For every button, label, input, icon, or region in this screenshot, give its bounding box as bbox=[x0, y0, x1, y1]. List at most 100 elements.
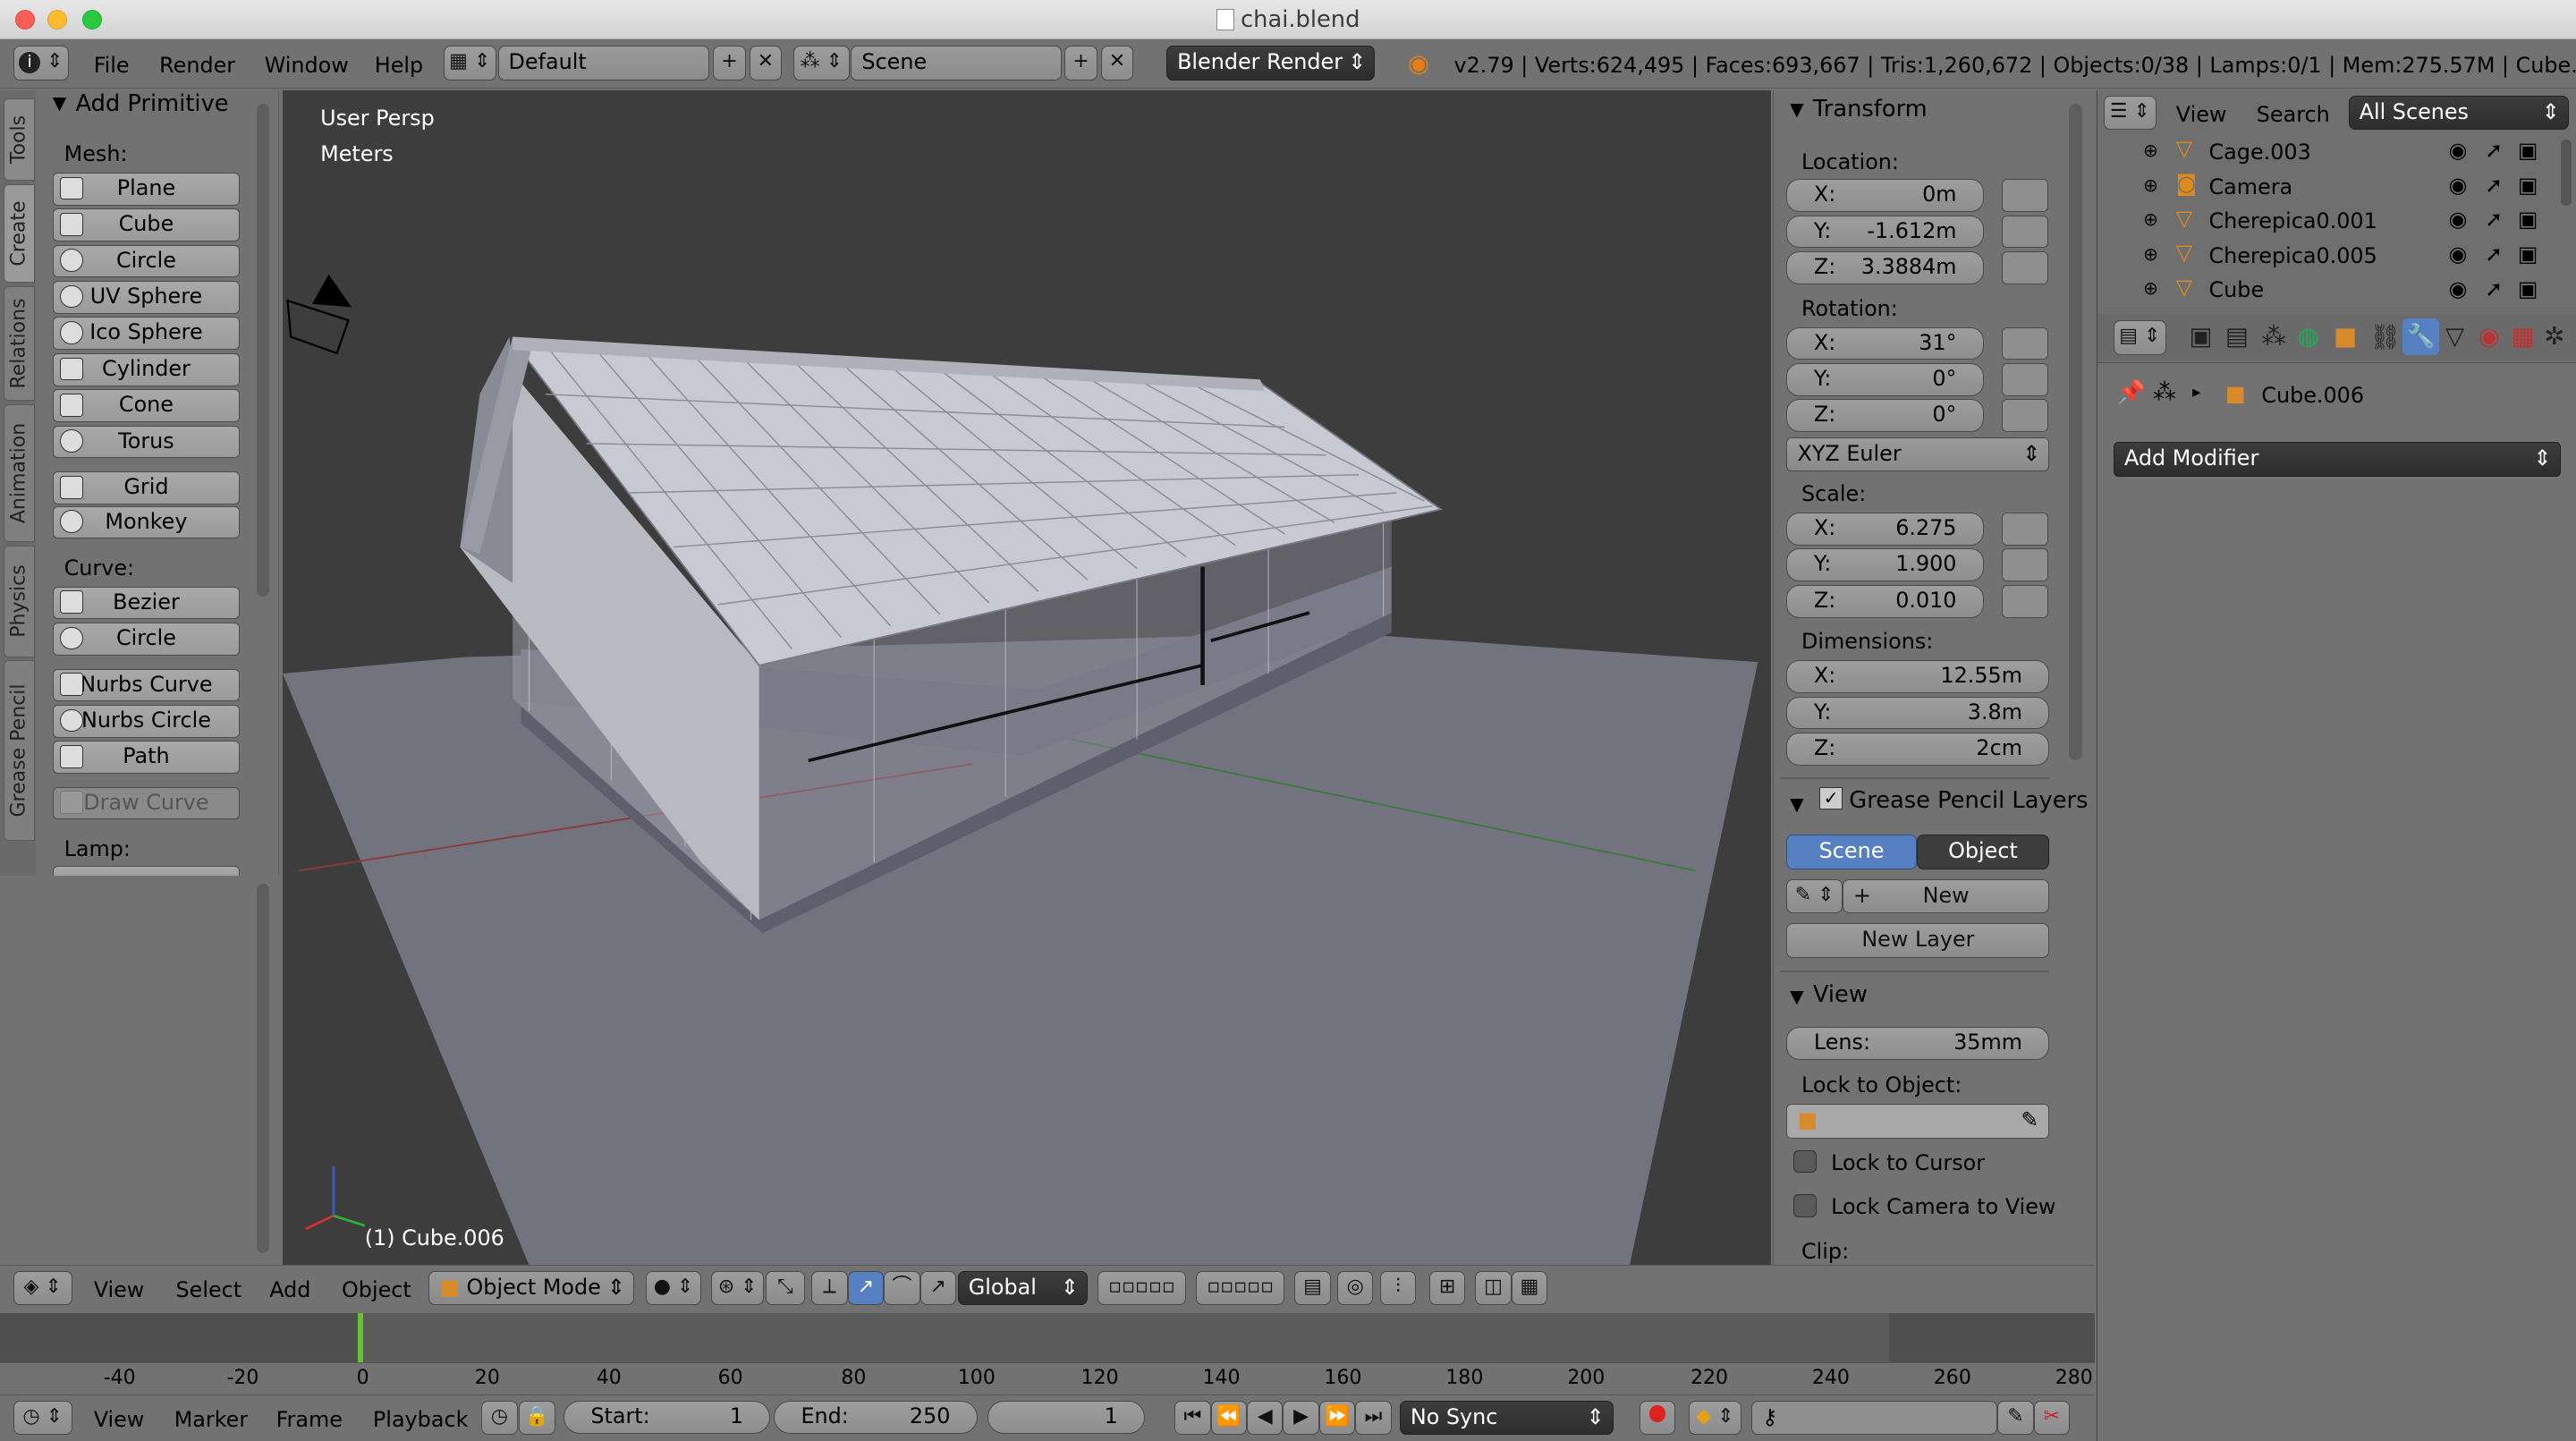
lock-rotation-y-button[interactable] bbox=[2002, 362, 2048, 396]
editor-type-info-button[interactable]: i ⇕ bbox=[13, 46, 70, 81]
play-reverse-icon[interactable]: ◀ bbox=[1247, 1400, 1284, 1436]
current-frame-field[interactable]: 1 bbox=[987, 1400, 1146, 1434]
rotation-mode-select[interactable]: XYZ Euler ⇕ bbox=[1786, 437, 2050, 472]
menu-file[interactable]: File bbox=[94, 53, 130, 78]
object-tab-icon[interactable]: ■ bbox=[2334, 322, 2357, 351]
world-tab-icon[interactable]: ◍ bbox=[2298, 322, 2319, 351]
outliner-menu-view[interactable]: View bbox=[2176, 102, 2227, 127]
scale-y-field[interactable]: Y: 1.900 bbox=[1786, 548, 1984, 582]
jump-keyframe-back-icon[interactable]: ⏪ bbox=[1210, 1400, 1248, 1436]
menu-help[interactable]: Help bbox=[375, 53, 423, 78]
add-torus-button[interactable]: Torus bbox=[52, 425, 241, 459]
dimension-y-field[interactable]: Y: 3.8m bbox=[1786, 696, 2050, 730]
jump-end-icon[interactable]: ⏭ bbox=[1355, 1400, 1392, 1436]
menu-window[interactable]: Window bbox=[265, 53, 349, 78]
scale-z-field[interactable]: Z: 0.010 bbox=[1786, 584, 1984, 618]
scale-manipulator-icon[interactable]: ⌒ bbox=[884, 1270, 920, 1306]
location-z-field[interactable]: Z: 3.3884m bbox=[1786, 251, 1984, 284]
eye-icon[interactable]: ◉ bbox=[2449, 242, 2468, 267]
current-frame-marker[interactable] bbox=[358, 1312, 363, 1362]
eye-icon[interactable]: ◉ bbox=[2449, 173, 2468, 198]
render-tab-icon[interactable]: ▣ bbox=[2189, 322, 2212, 351]
eye-icon[interactable]: ◉ bbox=[2449, 276, 2468, 301]
gp-new-button[interactable]: + New bbox=[1842, 878, 2050, 914]
scene-tab-icon[interactable]: ⁂ bbox=[2261, 322, 2286, 351]
eye-icon[interactable]: ◉ bbox=[2449, 138, 2468, 163]
render-icon[interactable]: ▣ bbox=[2518, 276, 2538, 301]
timeline-menu-playback[interactable]: Playback bbox=[373, 1407, 468, 1432]
rotation-x-field[interactable]: X: 31° bbox=[1786, 326, 1984, 360]
viewport-shading-select[interactable]: ● ⇕ bbox=[645, 1270, 702, 1306]
tab-animation[interactable]: Animation bbox=[3, 403, 35, 543]
3d-view-editor-type-button[interactable]: ◈ ⇕ bbox=[13, 1270, 72, 1306]
tab-physics[interactable]: Physics bbox=[3, 545, 35, 657]
rotate-manipulator-icon[interactable]: ↗ bbox=[847, 1270, 885, 1306]
physics-tab-icon[interactable]: ✲ bbox=[2544, 322, 2564, 351]
screen-layout-icon-button[interactable]: ▦ ⇕ bbox=[443, 46, 496, 81]
collapse-triangle-icon[interactable]: ▼ bbox=[1790, 98, 1804, 120]
material-tab-icon[interactable]: ◉ bbox=[2479, 322, 2500, 351]
add-layout-button[interactable]: + bbox=[713, 46, 746, 81]
add-circle-button[interactable]: Circle bbox=[52, 244, 241, 278]
timeline-editor-type-button[interactable]: ◷ ⇕ bbox=[13, 1400, 72, 1436]
cursor-icon[interactable]: ➚ bbox=[2485, 138, 2503, 163]
grease-pencil-checkbox[interactable]: ✓ bbox=[1819, 786, 1843, 810]
add-path-button[interactable]: Path bbox=[52, 741, 241, 775]
timeline-menu-view[interactable]: View bbox=[94, 1407, 145, 1432]
preview-range-icon[interactable]: ◷ bbox=[481, 1400, 518, 1436]
cursor-icon[interactable]: ➚ bbox=[2485, 207, 2503, 232]
expand-plus-icon[interactable]: ⊕ bbox=[2143, 174, 2158, 196]
tab-tools[interactable]: Tools bbox=[3, 98, 35, 182]
render-icon[interactable]: ▣ bbox=[2518, 138, 2538, 163]
lock-camera-checkbox[interactable] bbox=[1792, 1194, 1817, 1217]
add-plane-button[interactable]: Plane bbox=[52, 172, 241, 206]
pivot-point-select[interactable]: ⊛ ⇕ bbox=[711, 1270, 765, 1306]
constraints-tab-icon[interactable]: ⛓ bbox=[2370, 322, 2402, 352]
expand-plus-icon[interactable]: ⊕ bbox=[2143, 208, 2158, 230]
outliner-editor-type-button[interactable]: ☰ ⇕ bbox=[2103, 95, 2157, 131]
collapse-triangle-icon[interactable]: ▼ bbox=[1790, 986, 1804, 1007]
add-curve-circle-button[interactable]: Circle bbox=[52, 623, 241, 656]
lens-field[interactable]: Lens: 35mm bbox=[1786, 1026, 2050, 1060]
eye-icon[interactable]: ◉ bbox=[2449, 207, 2468, 232]
modifiers-tab-wrench-icon[interactable]: 🔧 bbox=[2402, 318, 2439, 355]
v3d-menu-add[interactable]: Add bbox=[269, 1277, 310, 1302]
play-icon[interactable]: ▶ bbox=[1283, 1400, 1319, 1436]
transform-orientation-select[interactable]: Global ⇕ bbox=[957, 1270, 1088, 1306]
gp-pencil-icon-button[interactable]: ✎ ⇕ bbox=[1786, 878, 1843, 914]
outliner-row[interactable]: ⊕ ▽ Cherepica0.001 ◉ ➚ ▣ bbox=[2097, 206, 2557, 241]
rotation-z-field[interactable]: Z: 0° bbox=[1786, 399, 1984, 433]
outliner-row[interactable]: ⊕ ▽ Cube ◉ ➚ ▣ bbox=[2097, 275, 2557, 309]
lock-location-y-button[interactable] bbox=[2002, 215, 2048, 249]
manipulator-toggle[interactable]: ⤡ bbox=[765, 1270, 805, 1306]
tab-create[interactable]: Create bbox=[3, 183, 35, 283]
insert-keyframe-icon[interactable]: ✎ bbox=[1997, 1400, 2034, 1436]
properties-editor-type-button[interactable]: ▤ ⇕ bbox=[2113, 320, 2166, 355]
v3d-menu-view[interactable]: View bbox=[94, 1277, 145, 1302]
jump-start-icon[interactable]: ⏮ bbox=[1174, 1400, 1211, 1436]
location-y-field[interactable]: Y: -1.612m bbox=[1786, 215, 1984, 249]
opengl-render-animation-icon[interactable]: ▦ bbox=[1511, 1270, 1548, 1306]
draw-curve-button[interactable]: Draw Curve bbox=[52, 786, 241, 820]
opengl-render-icon[interactable]: ◫ bbox=[1475, 1270, 1512, 1306]
scene-icon-button[interactable]: ⁂ ⇕ bbox=[793, 46, 850, 81]
tab-relations[interactable]: Relations bbox=[3, 285, 35, 402]
render-icon[interactable]: ▣ bbox=[2518, 173, 2538, 198]
keying-set-field[interactable]: ⚷ bbox=[1750, 1400, 1998, 1436]
texture-tab-icon[interactable]: ▦ bbox=[2511, 322, 2534, 351]
delete-layout-button[interactable]: ✕ bbox=[749, 46, 783, 81]
pin-icon[interactable]: 📌 bbox=[2117, 379, 2146, 406]
expand-plus-icon[interactable]: ⊕ bbox=[2143, 277, 2158, 299]
add-grid-button[interactable]: Grid bbox=[52, 471, 241, 504]
mode-select[interactable]: ■ Object Mode ⇕ bbox=[428, 1270, 634, 1306]
delete-keyframe-icon[interactable]: ✂ bbox=[2033, 1400, 2071, 1436]
render-icon[interactable]: ▣ bbox=[2518, 207, 2538, 232]
end-frame-field[interactable]: End: 250 bbox=[774, 1400, 978, 1434]
record-icon[interactable] bbox=[1640, 1400, 1676, 1436]
outliner-row[interactable]: ⊕ ▽ Cherepica0.005 ◉ ➚ ▣ bbox=[2097, 240, 2557, 275]
toolshelf-scrollbar[interactable] bbox=[256, 103, 270, 597]
add-cylinder-button[interactable]: Cylinder bbox=[52, 352, 241, 386]
keying-set-icon[interactable]: ◆ ⇕ bbox=[1689, 1400, 1741, 1436]
add-monkey-button[interactable]: Monkey bbox=[52, 505, 241, 539]
rotation-y-field[interactable]: Y: 0° bbox=[1786, 362, 1984, 396]
